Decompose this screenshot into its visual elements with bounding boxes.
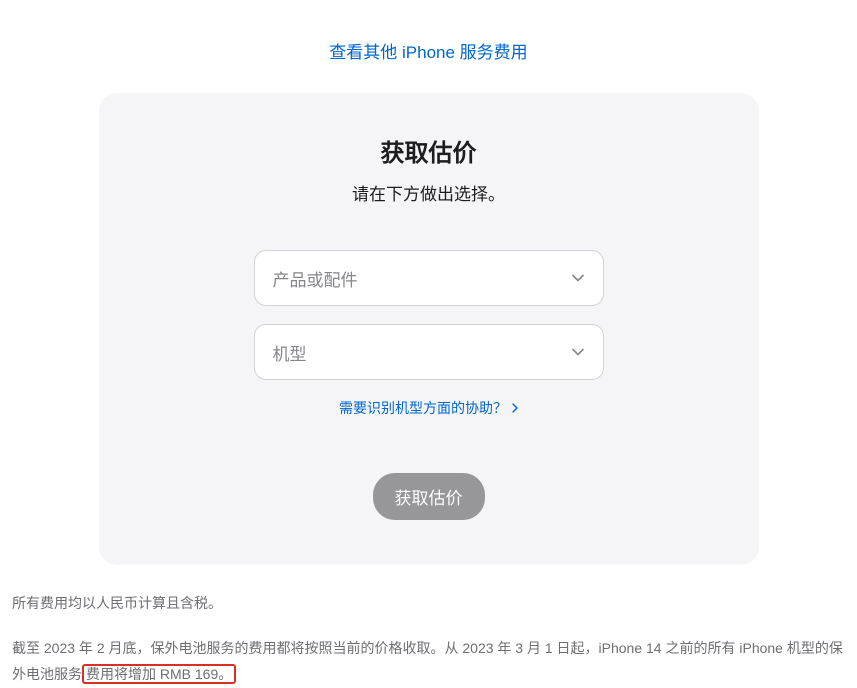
model-select-placeholder: 机型	[273, 340, 307, 365]
chevron-down-icon	[571, 345, 585, 359]
card-subtitle: 请在下方做出选择。	[139, 180, 719, 205]
chevron-down-icon	[571, 271, 585, 285]
top-link-wrapper: 查看其他 iPhone 服务费用	[10, 0, 847, 93]
card-title: 获取估价	[139, 133, 719, 168]
model-select[interactable]: 机型	[254, 324, 604, 380]
footer-line-2: 截至 2023 年 2 月底，保外电池服务的费用都将按照当前的价格收取。从 20…	[12, 635, 845, 688]
price-increase-highlight: 费用将增加 RMB 169。	[82, 664, 236, 684]
get-estimate-button[interactable]: 获取估价	[373, 473, 485, 520]
chevron-right-icon	[512, 400, 518, 416]
identify-model-help-link[interactable]: 需要识别机型方面的协助？	[339, 398, 518, 418]
product-select[interactable]: 产品或配件	[254, 250, 604, 306]
footer-text: 所有费用均以人民币计算且含税。 截至 2023 年 2 月底，保外电池服务的费用…	[10, 590, 847, 688]
footer-line-1: 所有费用均以人民币计算且含税。	[12, 590, 845, 617]
other-services-link[interactable]: 查看其他 iPhone 服务费用	[329, 43, 527, 62]
estimate-card: 获取估价 请在下方做出选择。 产品或配件 机型 需要识别机型方面的协助？	[99, 93, 759, 565]
product-select-placeholder: 产品或配件	[273, 266, 358, 291]
help-link-wrapper: 需要识别机型方面的协助？	[139, 398, 719, 418]
help-link-label: 需要识别机型方面的协助？	[339, 398, 507, 418]
